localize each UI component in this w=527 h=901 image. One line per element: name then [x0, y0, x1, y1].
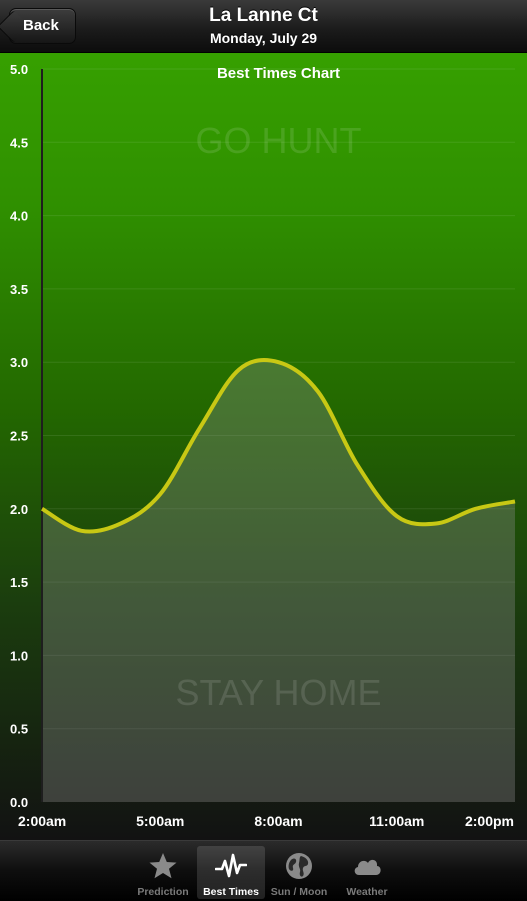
go-hunt-zone-label: GO HUNT: [196, 120, 362, 161]
x-tick-label: 8:00am: [254, 813, 302, 829]
y-tick-label: 1.5: [10, 575, 28, 590]
tab-label-weather: Weather: [346, 886, 388, 898]
navigation-bar: Back La Lanne Ct Monday, July 29: [0, 0, 527, 53]
cloud-icon: [354, 859, 381, 875]
x-tick-label: 2:00pm: [465, 813, 514, 829]
tab-label-prediction: Prediction: [137, 886, 189, 898]
pulse-icon: [215, 853, 247, 878]
tab-sun-moon[interactable]: Sun / Moon: [265, 846, 333, 899]
chart-title: Best Times Chart: [217, 65, 340, 82]
y-tick-label: 5.0: [10, 62, 28, 77]
tab-best-times[interactable]: Best Times: [197, 846, 265, 899]
tab-weather[interactable]: Weather: [333, 846, 401, 899]
tab-label-best-times: Best Times: [203, 886, 259, 898]
stay-home-zone-label: STAY HOME: [175, 672, 381, 713]
best-times-chart: GO HUNT STAY HOME Best Times Chart 0.0 0.…: [0, 53, 527, 840]
y-tick-label: 4.5: [10, 135, 28, 150]
tab-prediction[interactable]: Prediction: [129, 846, 197, 899]
y-tick-label: 2.0: [10, 502, 28, 517]
y-tick-label: 0.5: [10, 722, 28, 737]
back-button-label: Back: [23, 17, 59, 34]
y-tick-label: 3.5: [10, 282, 28, 297]
star-icon: [149, 853, 177, 879]
y-tick-label: 0.0: [10, 795, 28, 810]
tab-label-sun-moon: Sun / Moon: [270, 886, 328, 898]
chart-canvas: GO HUNT STAY HOME Best Times Chart 0.0 0.…: [0, 53, 527, 840]
location-title: La Lanne Ct: [209, 5, 318, 26]
date-subtitle: Monday, July 29: [209, 30, 318, 46]
y-tick-label: 3.0: [10, 355, 28, 370]
y-tick-label: 2.5: [10, 429, 28, 444]
tab-bar: Prediction Best Times Sun / Moon Weather: [0, 840, 527, 901]
y-tick-label: 4.0: [10, 209, 28, 224]
x-tick-label: 11:00am: [369, 813, 424, 829]
x-tick-label: 2:00am: [18, 813, 66, 829]
globe-icon: [286, 853, 312, 879]
x-tick-label: 5:00am: [136, 813, 184, 829]
y-tick-label: 1.0: [10, 648, 28, 663]
